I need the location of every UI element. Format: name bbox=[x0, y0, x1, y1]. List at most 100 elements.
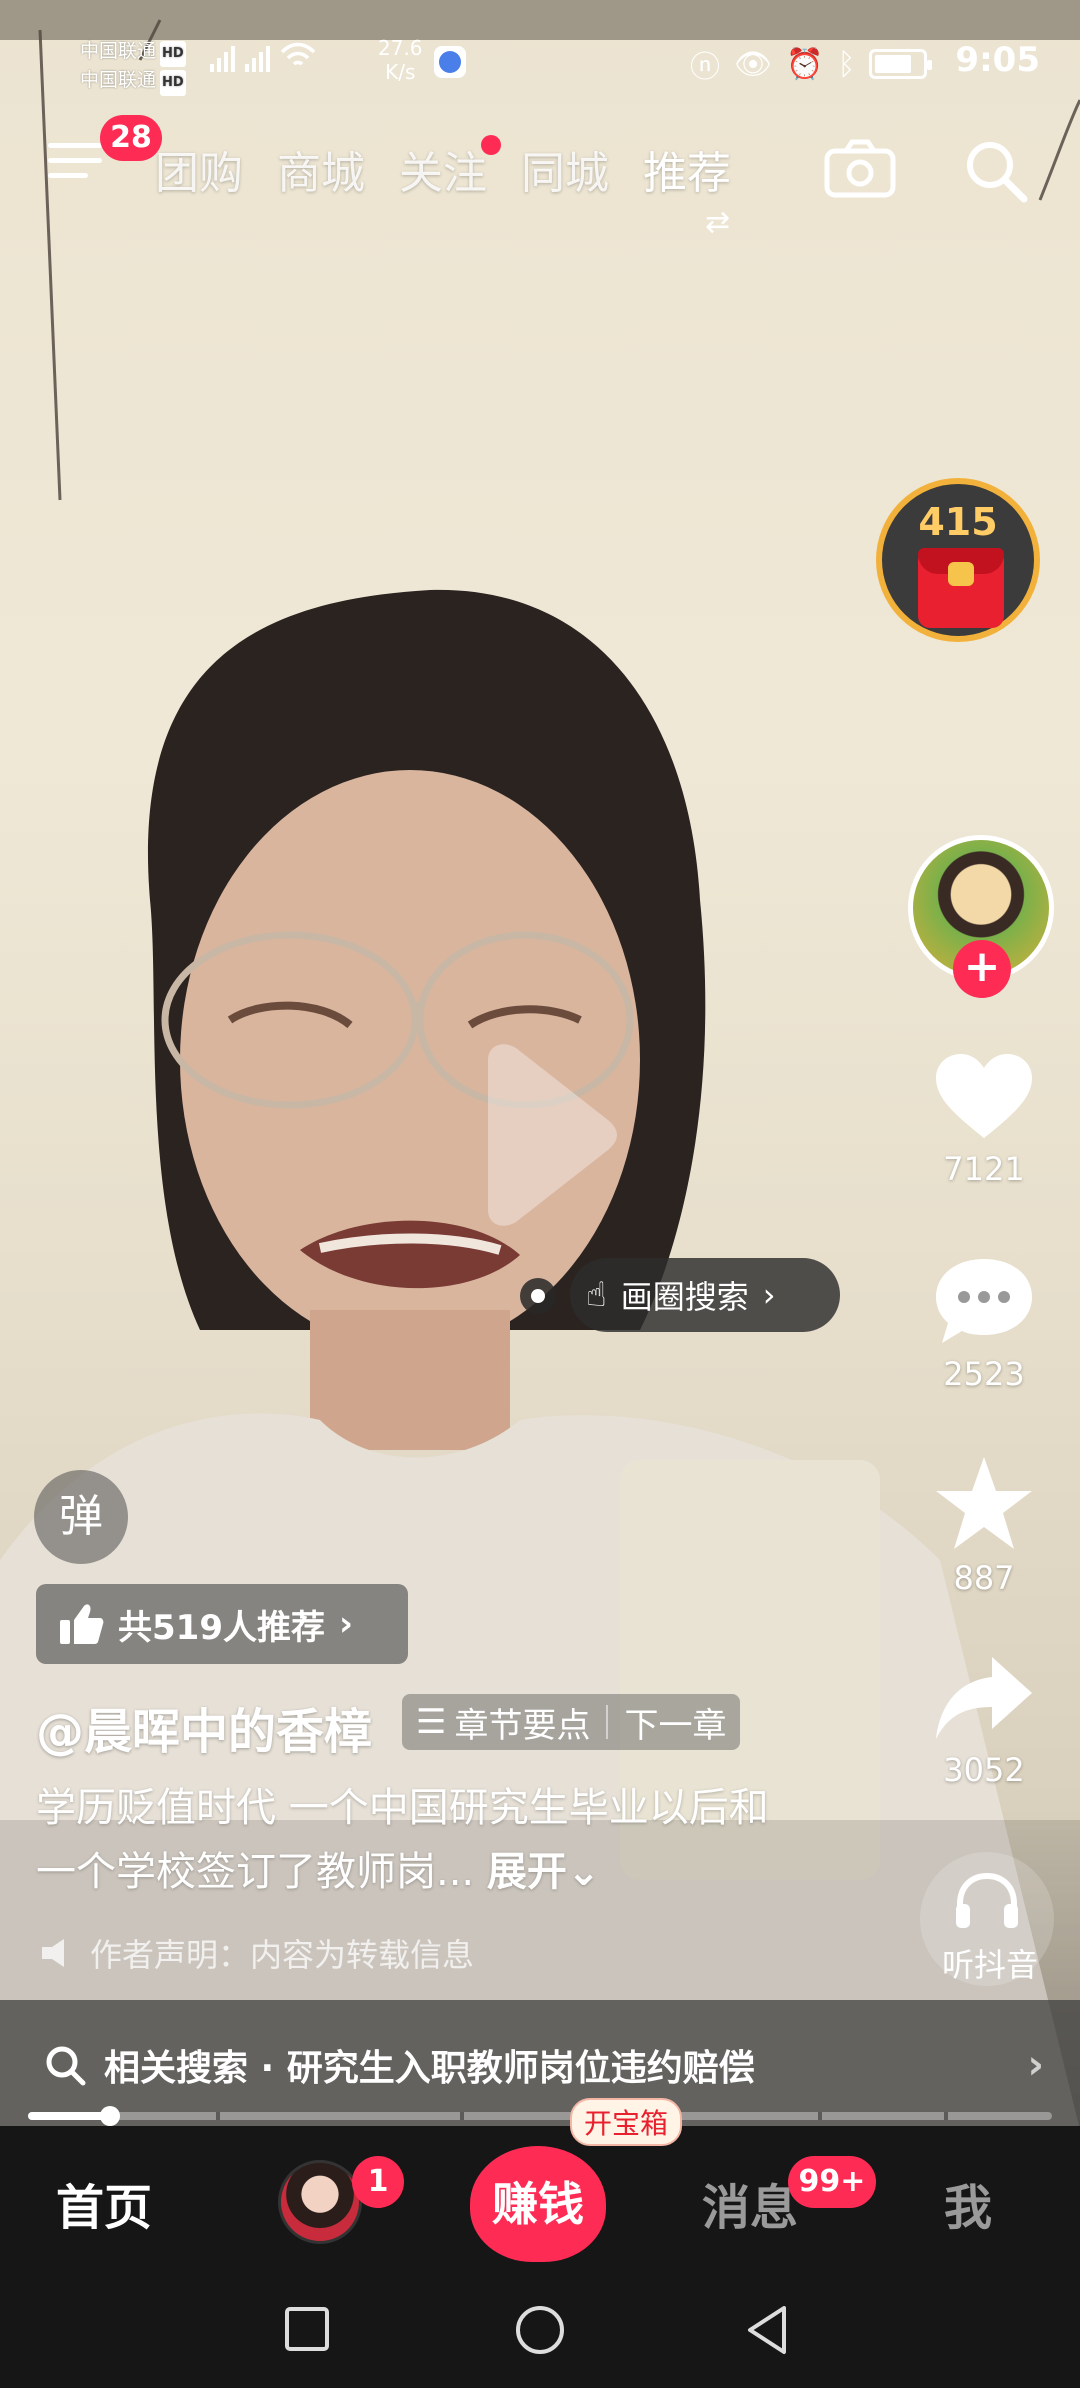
progress-fill bbox=[28, 2112, 110, 2120]
expand-button[interactable]: 展开⌄ bbox=[487, 1849, 601, 1895]
nav-home[interactable]: 首页 bbox=[56, 2168, 152, 2238]
chapter-tick bbox=[818, 2112, 822, 2120]
coin-reward-widget[interactable]: 415 bbox=[876, 478, 1040, 642]
circle-icon[interactable] bbox=[514, 2304, 566, 2356]
chevron-right-icon: › bbox=[762, 1276, 776, 1314]
chevron-right-icon: › bbox=[1027, 2042, 1044, 2088]
camera-icon[interactable] bbox=[824, 139, 896, 199]
wifi-icon bbox=[280, 42, 316, 66]
menu-button[interactable] bbox=[48, 143, 102, 187]
related-search-text: 相关搜索 · 研究生入职教师岗位违约赔偿 bbox=[104, 2048, 755, 2089]
messages-badge: 99+ bbox=[788, 2156, 876, 2208]
related-search-bar[interactable]: 相关搜索 · 研究生入职教师岗位违约赔偿 › bbox=[0, 2000, 1080, 2130]
earn-tag: 开宝箱 bbox=[570, 2098, 683, 2146]
battery-icon bbox=[869, 49, 933, 79]
nav-friend-avatar[interactable] bbox=[278, 2160, 362, 2244]
chapter-tick bbox=[216, 2112, 220, 2120]
comment-button[interactable]: 2523 bbox=[914, 1255, 1054, 1393]
like-button[interactable]: 7121 bbox=[914, 1052, 1054, 1188]
signal-icons bbox=[210, 42, 316, 72]
hd-badge-1: HD bbox=[160, 41, 186, 67]
circle-gesture-icon: ☝ bbox=[586, 1275, 607, 1315]
heart-icon bbox=[936, 1054, 1032, 1138]
new-dot bbox=[481, 135, 501, 155]
headphones-icon bbox=[956, 1872, 1018, 1928]
alarm-icon: ⏰ bbox=[786, 46, 824, 82]
thumbs-up-icon bbox=[60, 1604, 104, 1644]
chapter-bar: ☰ 章节要点 下一章 bbox=[402, 1694, 741, 1750]
status-bar: 中国联通 HD 中国联通 HD 27.6 K/s ⓝ 👁 ⏰ ᛒ 9:05 bbox=[0, 30, 1080, 100]
star-icon bbox=[936, 1457, 1032, 1549]
network-speed: 27.6 K/s bbox=[378, 36, 423, 84]
circle-search-dot[interactable] bbox=[520, 1278, 556, 1314]
menu-icon bbox=[48, 143, 102, 178]
recommend-banner[interactable]: 共519人推荐 › bbox=[36, 1584, 408, 1664]
red-envelope-icon bbox=[918, 548, 1004, 628]
video-description[interactable]: 学历贬值时代 一个中国研究生毕业以后和一个学校签订了教师岗... 展开⌄ bbox=[36, 1776, 796, 1904]
search-icon bbox=[46, 2046, 86, 2086]
top-nav: 28 团购 商城 关注 同城 推荐 ⇄ bbox=[0, 115, 1080, 240]
status-icons: ⓝ 👁 ⏰ ᛒ bbox=[690, 42, 933, 86]
nav-me[interactable]: 我 bbox=[944, 2168, 992, 2238]
speaker-icon bbox=[42, 1939, 64, 1967]
speed-value: 27.6 bbox=[378, 36, 423, 60]
recommend-label: 共519人推荐 bbox=[118, 1607, 325, 1648]
favorite-button[interactable]: 887 bbox=[914, 1455, 1054, 1597]
coin-count: 415 bbox=[918, 500, 998, 544]
carrier-info: 中国联通 HD 中国联通 HD bbox=[80, 38, 186, 96]
danmu-toggle[interactable]: 弹 bbox=[34, 1470, 128, 1564]
nav-earn-button[interactable]: 赚钱 bbox=[470, 2146, 606, 2262]
author-name[interactable]: @晨晖中的香樟 bbox=[36, 1692, 372, 1762]
swap-arrows-icon: ⇄ bbox=[705, 205, 731, 240]
expand-label: 展开 bbox=[486, 1849, 567, 1895]
progress-knob[interactable] bbox=[99, 2106, 120, 2126]
tab-recommended[interactable]: 推荐 bbox=[643, 137, 731, 201]
comment-count: 2523 bbox=[943, 1355, 1025, 1393]
signal-bars-icon bbox=[245, 46, 270, 72]
tab-following[interactable]: 关注 bbox=[399, 135, 501, 201]
favorite-count: 887 bbox=[953, 1559, 1015, 1597]
like-count: 7121 bbox=[943, 1150, 1025, 1188]
nfc-icon: ⓝ bbox=[690, 50, 720, 85]
tab-nearby[interactable]: 同城 bbox=[521, 137, 609, 201]
speed-unit: K/s bbox=[385, 60, 416, 84]
tab-mall[interactable]: 商城 bbox=[277, 137, 365, 201]
signal-bars-icon bbox=[210, 46, 235, 72]
comment-icon bbox=[936, 1259, 1032, 1343]
back-icon[interactable] bbox=[744, 2304, 790, 2356]
clock: 9:05 bbox=[955, 40, 1040, 80]
share-icon bbox=[936, 1657, 1032, 1739]
eye-icon: 👁 bbox=[734, 46, 773, 82]
tab-following-label: 关注 bbox=[399, 148, 487, 199]
video-progress-bar[interactable] bbox=[28, 2106, 1052, 2126]
chevron-right-icon: › bbox=[338, 1604, 353, 1644]
play-icon[interactable] bbox=[458, 1040, 628, 1230]
next-chapter-button[interactable]: 下一章 bbox=[624, 1698, 726, 1747]
system-nav-bar bbox=[0, 2276, 1080, 2388]
hd-badge-2: HD bbox=[160, 70, 186, 96]
carrier-name-1: 中国联通 bbox=[80, 40, 157, 62]
share-count: 3052 bbox=[943, 1751, 1025, 1789]
chapter-tick bbox=[460, 2112, 464, 2120]
share-button[interactable]: 3052 bbox=[914, 1655, 1054, 1789]
chapter-points-button[interactable]: 章节要点 bbox=[454, 1698, 590, 1747]
chevron-down-icon: ⌄ bbox=[566, 1849, 601, 1895]
bluetooth-icon: ᛒ bbox=[837, 46, 856, 82]
chapter-tick bbox=[944, 2112, 948, 2120]
circle-search-button[interactable]: ☝ 画圈搜索 › bbox=[570, 1258, 840, 1332]
friend-badge: 1 bbox=[352, 2156, 404, 2208]
tab-group-buy[interactable]: 团购 bbox=[155, 137, 243, 201]
list-icon: ☰ bbox=[416, 1702, 447, 1742]
listen-label: 听抖音 bbox=[941, 1946, 1038, 1984]
divider bbox=[606, 1705, 609, 1739]
square-icon[interactable] bbox=[284, 2306, 330, 2352]
search-icon[interactable] bbox=[962, 137, 1030, 205]
bottom-nav: 首页 1 赚钱 消息 99+ 我 bbox=[0, 2126, 1080, 2276]
follow-button[interactable]: + bbox=[953, 940, 1011, 998]
nav-messages[interactable]: 消息 bbox=[702, 2168, 798, 2238]
declaration-text: 作者声明：内容为转载信息 bbox=[90, 1936, 475, 1974]
author-declaration: 作者声明：内容为转载信息 bbox=[40, 1930, 474, 1976]
vpn-icon bbox=[434, 46, 466, 78]
description-text: 学历贬值时代 一个中国研究生毕业以后和一个学校签订了教师岗... bbox=[36, 1785, 769, 1895]
carrier-name-2: 中国联通 bbox=[80, 69, 157, 91]
